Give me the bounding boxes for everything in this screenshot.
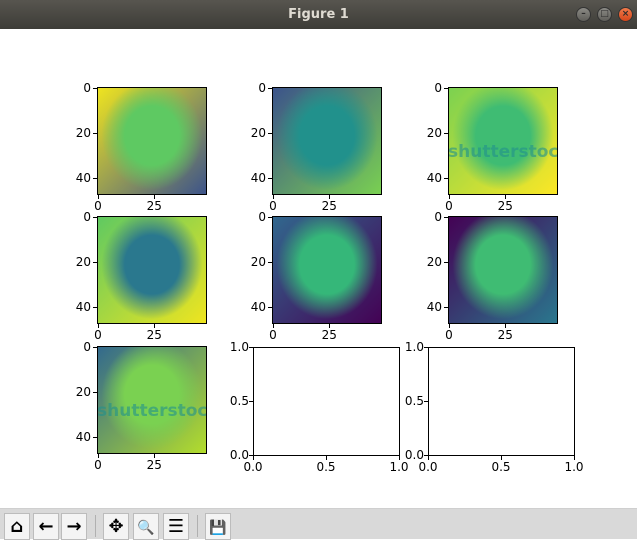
- x-tick-label: 0: [269, 328, 277, 342]
- y-tick: [249, 401, 253, 402]
- y-tick-label: 0: [434, 210, 442, 224]
- y-tick-label: 0: [83, 210, 91, 224]
- x-tick-label: 1.0: [389, 460, 409, 474]
- x-tick-label: 0.0: [418, 460, 438, 474]
- y-tick: [93, 437, 97, 438]
- y-tick-label: 20: [75, 126, 91, 140]
- save-button[interactable]: 💾: [205, 513, 231, 540]
- x-tick-label: 25: [497, 199, 513, 213]
- save-icon: 💾: [209, 520, 227, 536]
- y-tick-label: 40: [75, 430, 91, 444]
- y-tick: [268, 178, 272, 179]
- configure-subplots-button[interactable]: ☰: [163, 513, 189, 540]
- toolbar-separator: [197, 515, 198, 537]
- y-tick: [249, 347, 253, 348]
- forward-icon: →: [66, 516, 82, 537]
- close-button[interactable]: ×: [618, 7, 633, 22]
- empty-axes: [428, 347, 575, 456]
- y-tick: [93, 178, 97, 179]
- x-tick-label: 0.5: [491, 460, 511, 474]
- minimize-button[interactable]: –: [576, 7, 591, 22]
- y-tick: [93, 307, 97, 308]
- y-tick-label: 0: [434, 81, 442, 95]
- y-tick-label: 1.0: [404, 340, 424, 354]
- y-tick: [93, 392, 97, 393]
- x-tick-label: 0.5: [316, 460, 336, 474]
- axes-frame: [97, 216, 207, 324]
- pan-icon: ✥: [108, 516, 124, 537]
- y-tick-label: 40: [426, 171, 442, 185]
- y-tick: [268, 133, 272, 134]
- x-tick-label: 1.0: [564, 460, 584, 474]
- y-tick-label: 0: [83, 81, 91, 95]
- y-tick-label: 20: [426, 255, 442, 269]
- y-tick-label: 0.5: [404, 394, 424, 408]
- y-tick-label: 0.5: [229, 394, 249, 408]
- y-tick-label: 40: [250, 171, 266, 185]
- y-tick: [93, 262, 97, 263]
- y-tick: [268, 307, 272, 308]
- zoom-icon: 🔍: [137, 520, 155, 536]
- y-tick: [424, 347, 428, 348]
- y-tick: [444, 262, 448, 263]
- figure-canvas[interactable]: 0 20 40 0 25 0 20 40 0 25 shutterstock 0 20 40 0 25 0 20 4…: [0, 29, 637, 508]
- x-tick-label: 0: [94, 458, 102, 472]
- x-tick-label: 25: [321, 328, 337, 342]
- x-tick-label: 0: [445, 328, 453, 342]
- empty-axes: [253, 347, 400, 456]
- forward-button[interactable]: →: [61, 513, 87, 540]
- y-tick-label: 0: [258, 210, 266, 224]
- y-tick-label: 20: [75, 385, 91, 399]
- y-tick: [268, 217, 272, 218]
- y-tick-label: 20: [75, 255, 91, 269]
- y-tick-label: 0: [83, 340, 91, 354]
- axes-frame: [448, 216, 558, 324]
- x-tick-label: 25: [497, 328, 513, 342]
- y-tick: [444, 133, 448, 134]
- y-tick-label: 40: [250, 300, 266, 314]
- x-tick-label: 25: [146, 328, 162, 342]
- y-tick-label: 1.0: [229, 340, 249, 354]
- x-tick-label: 25: [146, 199, 162, 213]
- y-tick: [444, 88, 448, 89]
- y-tick-label: 20: [426, 126, 442, 140]
- y-tick: [268, 88, 272, 89]
- x-tick-label: 0.0: [243, 460, 263, 474]
- zoom-button[interactable]: 🔍: [133, 513, 159, 540]
- x-tick-label: 25: [321, 199, 337, 213]
- maximize-button[interactable]: □: [597, 7, 612, 22]
- y-tick: [93, 88, 97, 89]
- back-icon: ←: [38, 516, 54, 537]
- x-tick-label: 25: [146, 458, 162, 472]
- toolbar-separator: [95, 515, 96, 537]
- y-tick-label: 40: [75, 171, 91, 185]
- axes-frame: [272, 216, 382, 324]
- title-bar: Figure 1 – □ ×: [0, 0, 637, 29]
- y-tick: [444, 217, 448, 218]
- y-tick-label: 20: [250, 255, 266, 269]
- axes-frame: [97, 87, 207, 195]
- axes-frame: [272, 87, 382, 195]
- window-title: Figure 1: [288, 7, 349, 22]
- navigation-toolbar: ⌂ ← → ✥ 🔍 ☰ 💾: [0, 508, 637, 540]
- y-tick: [93, 133, 97, 134]
- y-tick: [444, 307, 448, 308]
- y-tick: [268, 262, 272, 263]
- y-tick: [424, 401, 428, 402]
- y-tick-label: 0: [258, 81, 266, 95]
- pan-button[interactable]: ✥: [103, 513, 129, 540]
- y-tick: [93, 347, 97, 348]
- y-tick-label: 20: [250, 126, 266, 140]
- home-icon: ⌂: [10, 516, 24, 537]
- axes-frame: [448, 87, 558, 195]
- y-tick-label: 40: [426, 300, 442, 314]
- y-tick-label: 40: [75, 300, 91, 314]
- axes-frame: [97, 346, 207, 454]
- back-button[interactable]: ←: [33, 513, 59, 540]
- home-button[interactable]: ⌂: [4, 513, 30, 540]
- configure-subplots-icon: ☰: [167, 516, 185, 537]
- y-tick: [444, 178, 448, 179]
- y-tick: [93, 217, 97, 218]
